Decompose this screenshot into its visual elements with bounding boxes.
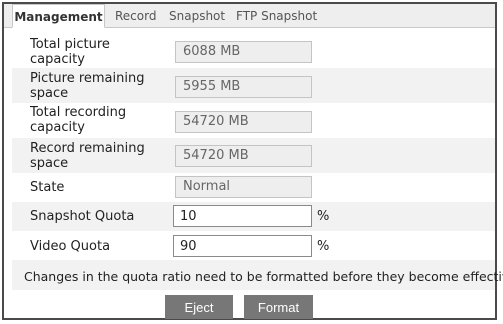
tab-snapshot[interactable]: Snapshot [169, 4, 225, 28]
video-quota-label: Video Quota [30, 239, 111, 254]
state-row: State Normal [12, 173, 495, 202]
video-quota-row: Video Quota % [12, 231, 495, 260]
video-quota-input[interactable] [173, 235, 312, 257]
record-remaining-space-label: Record remaining space [30, 141, 145, 171]
total-recording-capacity-label: Total recording capacity [30, 105, 127, 135]
state-label: State [30, 180, 65, 195]
storage-management-panel: Management Record Snapshot FTP Snapshot … [2, 2, 503, 320]
snapshot-quota-label: Snapshot Quota [30, 209, 135, 224]
record-remaining-space-field: 54720 MB [175, 145, 312, 167]
total-recording-capacity-row: Total recording capacity 54720 MB [12, 103, 495, 138]
tab-management[interactable]: Management [12, 4, 105, 28]
record-remaining-space-row: Record remaining space 54720 MB [12, 138, 495, 173]
snapshot-quota-row: Snapshot Quota % [12, 202, 495, 231]
tab-bar: Management Record Snapshot FTP Snapshot [4, 4, 495, 28]
state-field: Normal [175, 176, 312, 198]
quota-notice-text: Changes in the quota ratio need to be fo… [24, 269, 503, 284]
tab-ftp-snapshot[interactable]: FTP Snapshot [236, 4, 317, 28]
format-button[interactable]: Format [244, 295, 313, 319]
total-picture-capacity-row: Total picture capacity 6088 MB [12, 34, 495, 68]
total-picture-capacity-label: Total picture capacity [30, 37, 110, 67]
total-picture-capacity-field: 6088 MB [175, 41, 312, 63]
snapshot-quota-input[interactable] [173, 205, 312, 227]
total-recording-capacity-field: 54720 MB [175, 111, 312, 133]
tab-record[interactable]: Record [115, 4, 156, 28]
picture-remaining-space-row: Picture remaining space 5955 MB [12, 68, 495, 103]
video-quota-unit: % [317, 239, 330, 254]
eject-button[interactable]: Eject [165, 295, 233, 319]
picture-remaining-space-field: 5955 MB [175, 76, 312, 98]
picture-remaining-space-label: Picture remaining space [30, 71, 145, 101]
snapshot-quota-unit: % [317, 209, 330, 224]
